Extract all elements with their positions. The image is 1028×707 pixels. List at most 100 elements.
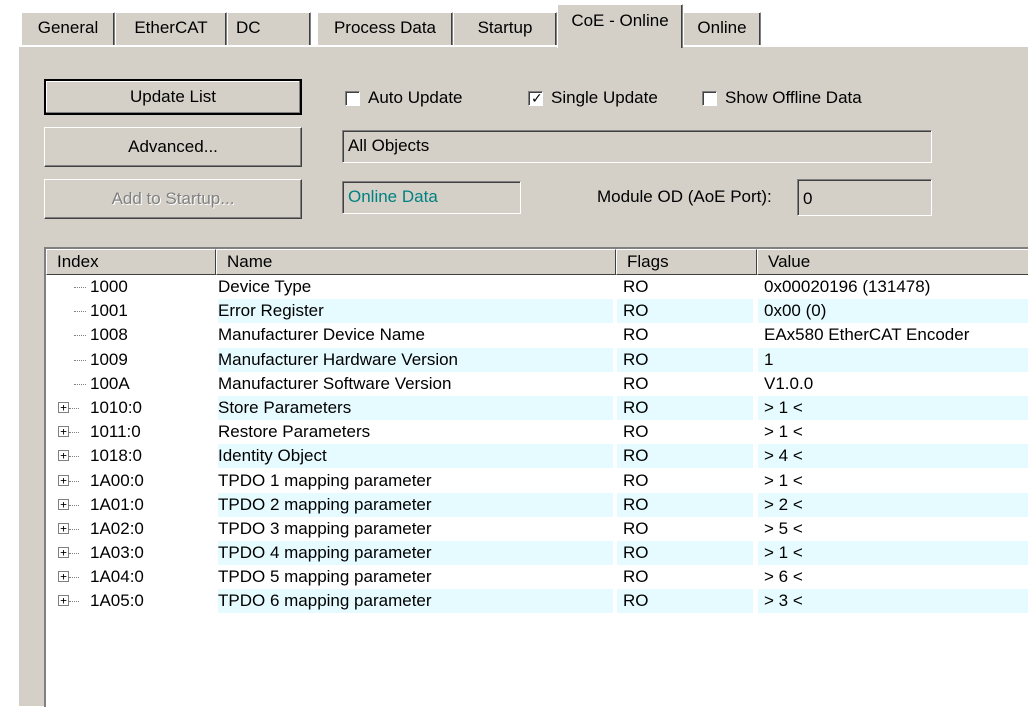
expand-plus-icon[interactable]: +: [58, 401, 69, 413]
flags-cell: RO: [617, 395, 753, 420]
expand-plus-icon[interactable]: +: [58, 498, 69, 510]
name-cell: Store Parameters: [218, 395, 613, 420]
flags-cell: RO: [617, 492, 753, 517]
value-cell: > 1 <: [758, 541, 1028, 566]
table-row[interactable]: 1001 Error Register RO 0x00 (0): [46, 299, 1028, 324]
value-cell: > 1 <: [758, 395, 1028, 420]
expand-plus-icon[interactable]: +: [58, 426, 69, 438]
list-rows: 1000 Device Type RO 0x00020196 (131478) 1001…: [46, 275, 1028, 614]
column-value[interactable]: Value: [757, 249, 1028, 275]
data-mode-field: Online Data: [342, 181, 521, 214]
value-cell: V1.0.0: [764, 373, 814, 393]
name-cell: Manufacturer Hardware Version: [218, 347, 613, 372]
index-text: 1A02:0: [90, 518, 144, 538]
index-text: 1001: [90, 301, 128, 321]
tree-connector: [69, 553, 79, 555]
table-row[interactable]: 1009 Manufacturer Hardware Version RO 1: [46, 347, 1028, 372]
single-update-checkbox[interactable]: ✓ Single Update: [528, 88, 658, 108]
flags-cell: RO: [623, 277, 649, 296]
expand-plus-icon[interactable]: +: [58, 547, 69, 559]
single-update-box[interactable]: ✓: [528, 89, 543, 106]
name-cell: Restore Parameters: [218, 422, 371, 442]
tree-connector: [74, 287, 86, 288]
object-filter-field[interactable]: All Objects: [342, 130, 932, 163]
module-od-field[interactable]: 0: [797, 179, 932, 216]
name-cell: TPDO 4 mapping parameter: [218, 541, 613, 566]
name-cell: TPDO 2 mapping parameter: [218, 492, 613, 517]
flags-cell: RO: [623, 567, 649, 587]
flags-cell: RO: [623, 470, 649, 490]
index-text: 1011:0: [90, 422, 141, 442]
value-cell: > 2 <: [758, 492, 1028, 517]
index-text: 1A05:0: [90, 591, 144, 611]
column-index[interactable]: Index: [46, 249, 216, 275]
table-row[interactable]: +1010:0 Store Parameters RO > 1 <: [46, 395, 1028, 420]
index-text: 1A03:0: [90, 543, 144, 563]
expand-plus-icon[interactable]: +: [58, 595, 69, 607]
update-list-button[interactable]: Update List: [44, 79, 302, 115]
add-to-startup-button: Add to Startup...: [44, 179, 302, 219]
table-row[interactable]: +1018:0 Identity Object RO > 4 <: [46, 444, 1028, 469]
module-od-label: Module OD (AoE Port):: [597, 187, 772, 206]
tab-online[interactable]: Online: [683, 12, 761, 45]
show-offline-box[interactable]: [702, 90, 717, 106]
table-row[interactable]: +1A04:0 TPDO 5 mapping parameter RO > 6 <: [46, 565, 1028, 589]
advanced-button[interactable]: Advanced...: [44, 127, 302, 167]
name-cell: TPDO 5 mapping parameter: [218, 567, 432, 587]
name-cell: Manufacturer Device Name: [218, 325, 425, 345]
flags-cell: RO: [617, 444, 753, 469]
expand-plus-icon[interactable]: +: [58, 474, 69, 486]
show-offline-checkbox[interactable]: Show Offline Data: [702, 88, 862, 108]
checkmark-icon: ✓: [531, 89, 543, 106]
show-offline-label: Show Offline Data: [725, 88, 862, 107]
index-text: 1010:0: [90, 397, 142, 417]
table-row[interactable]: 1008 Manufacturer Device Name RO EAx580 Eth…: [46, 323, 1028, 347]
value-cell: > 1 <: [764, 470, 803, 490]
object-dictionary-list[interactable]: Index Name Flags Value 1000 Device Type RO…: [44, 247, 1028, 707]
column-name[interactable]: Name: [216, 249, 616, 275]
flags-cell: RO: [623, 518, 649, 538]
name-cell: Device Type: [218, 277, 312, 296]
auto-update-checkbox[interactable]: Auto Update: [345, 88, 463, 108]
value-cell: > 6 <: [764, 567, 803, 587]
tab-process-data[interactable]: Process Data: [317, 12, 453, 45]
tab-startup[interactable]: Startup: [453, 12, 557, 45]
table-row[interactable]: +1011:0 Restore Parameters RO > 1 <: [46, 420, 1028, 444]
tree-connector: [69, 456, 79, 458]
tab-dc[interactable]: DC: [227, 12, 311, 45]
expand-plus-icon[interactable]: +: [58, 450, 69, 462]
name-cell: Manufacturer Software Version: [218, 373, 452, 393]
flags-cell: RO: [617, 299, 753, 324]
table-row[interactable]: +1A02:0 TPDO 3 mapping parameter RO > 5 <: [46, 517, 1028, 541]
tree-connector: [69, 601, 79, 603]
index-text: 1018:0: [90, 446, 142, 466]
tree-connector: [74, 311, 86, 313]
table-row[interactable]: 100A Manufacturer Software Version RO V1.0.…: [46, 372, 1028, 396]
expand-plus-icon[interactable]: +: [58, 522, 69, 534]
tab-coe-online[interactable]: CoE - Online: [557, 4, 683, 48]
tree-connector: [69, 480, 79, 482]
tree-connector: [69, 407, 79, 409]
flags-cell: RO: [617, 541, 753, 566]
index-text: 1A00:0: [90, 470, 144, 490]
table-row[interactable]: +1A03:0 TPDO 4 mapping parameter RO > 1 <: [46, 541, 1028, 566]
tree-connector: [69, 504, 79, 506]
tree-connector: [74, 335, 86, 337]
tab-ethercat[interactable]: EtherCAT: [115, 12, 227, 45]
tree-connector: [69, 432, 79, 434]
index-text: 1000: [90, 277, 128, 296]
auto-update-box[interactable]: [345, 90, 360, 106]
table-row[interactable]: +1A00:0 TPDO 1 mapping parameter RO > 1 <: [46, 469, 1028, 493]
index-text: 1A04:0: [90, 567, 144, 587]
tab-general[interactable]: General: [21, 12, 115, 45]
table-row[interactable]: +1A01:0 TPDO 2 mapping parameter RO > 2 <: [46, 492, 1028, 517]
expand-plus-icon[interactable]: +: [58, 571, 69, 583]
value-cell: 1: [758, 347, 1028, 372]
flags-cell: RO: [617, 589, 753, 614]
column-flags[interactable]: Flags: [616, 249, 757, 275]
list-header: Index Name Flags Value: [46, 249, 1028, 275]
table-row[interactable]: 1000 Device Type RO 0x00020196 (131478): [46, 275, 1028, 299]
value-cell: > 5 <: [764, 518, 803, 538]
table-row[interactable]: +1A05:0 TPDO 6 mapping parameter RO > 3 <: [46, 589, 1028, 614]
tree-connector: [74, 359, 86, 361]
